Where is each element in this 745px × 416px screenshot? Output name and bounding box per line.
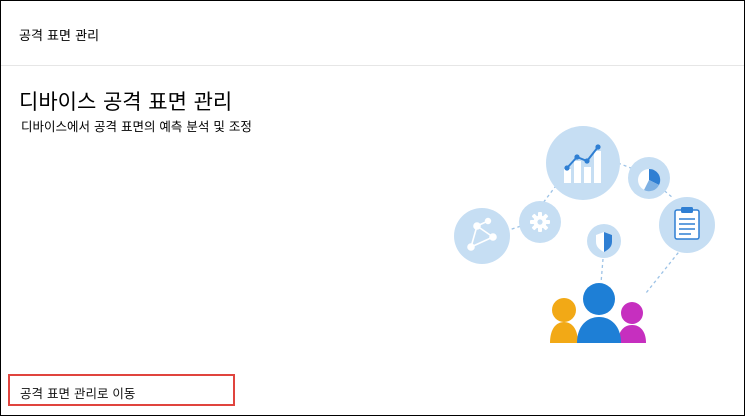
go-to-attack-surface-label: 공격 표면 관리로 이동: [20, 386, 136, 401]
pie-chart-icon: [628, 157, 670, 199]
header-title: 공격 표면 관리: [19, 29, 100, 44]
shield-icon: [587, 224, 621, 258]
people-icon: [550, 283, 646, 343]
page-subtitle: 디바이스에서 공격 표면의 예측 분석 및 조정: [21, 119, 252, 134]
card: 공격 표면 관리 디바이스 공격 표면 관리 디바이스에서 공격 표면의 예측 …: [0, 0, 745, 416]
bar-chart-icon: [546, 126, 620, 200]
clipboard-icon: [659, 197, 715, 253]
gear-icon: [519, 201, 561, 243]
card-header: 공격 표면 관리: [1, 1, 744, 66]
page-title: 디바이스 공격 표면 관리: [19, 90, 233, 114]
attack-surface-illustration: [454, 126, 715, 343]
go-to-attack-surface-link[interactable]: 공격 표면 관리로 이동: [8, 374, 235, 406]
network-icon: [454, 208, 510, 264]
